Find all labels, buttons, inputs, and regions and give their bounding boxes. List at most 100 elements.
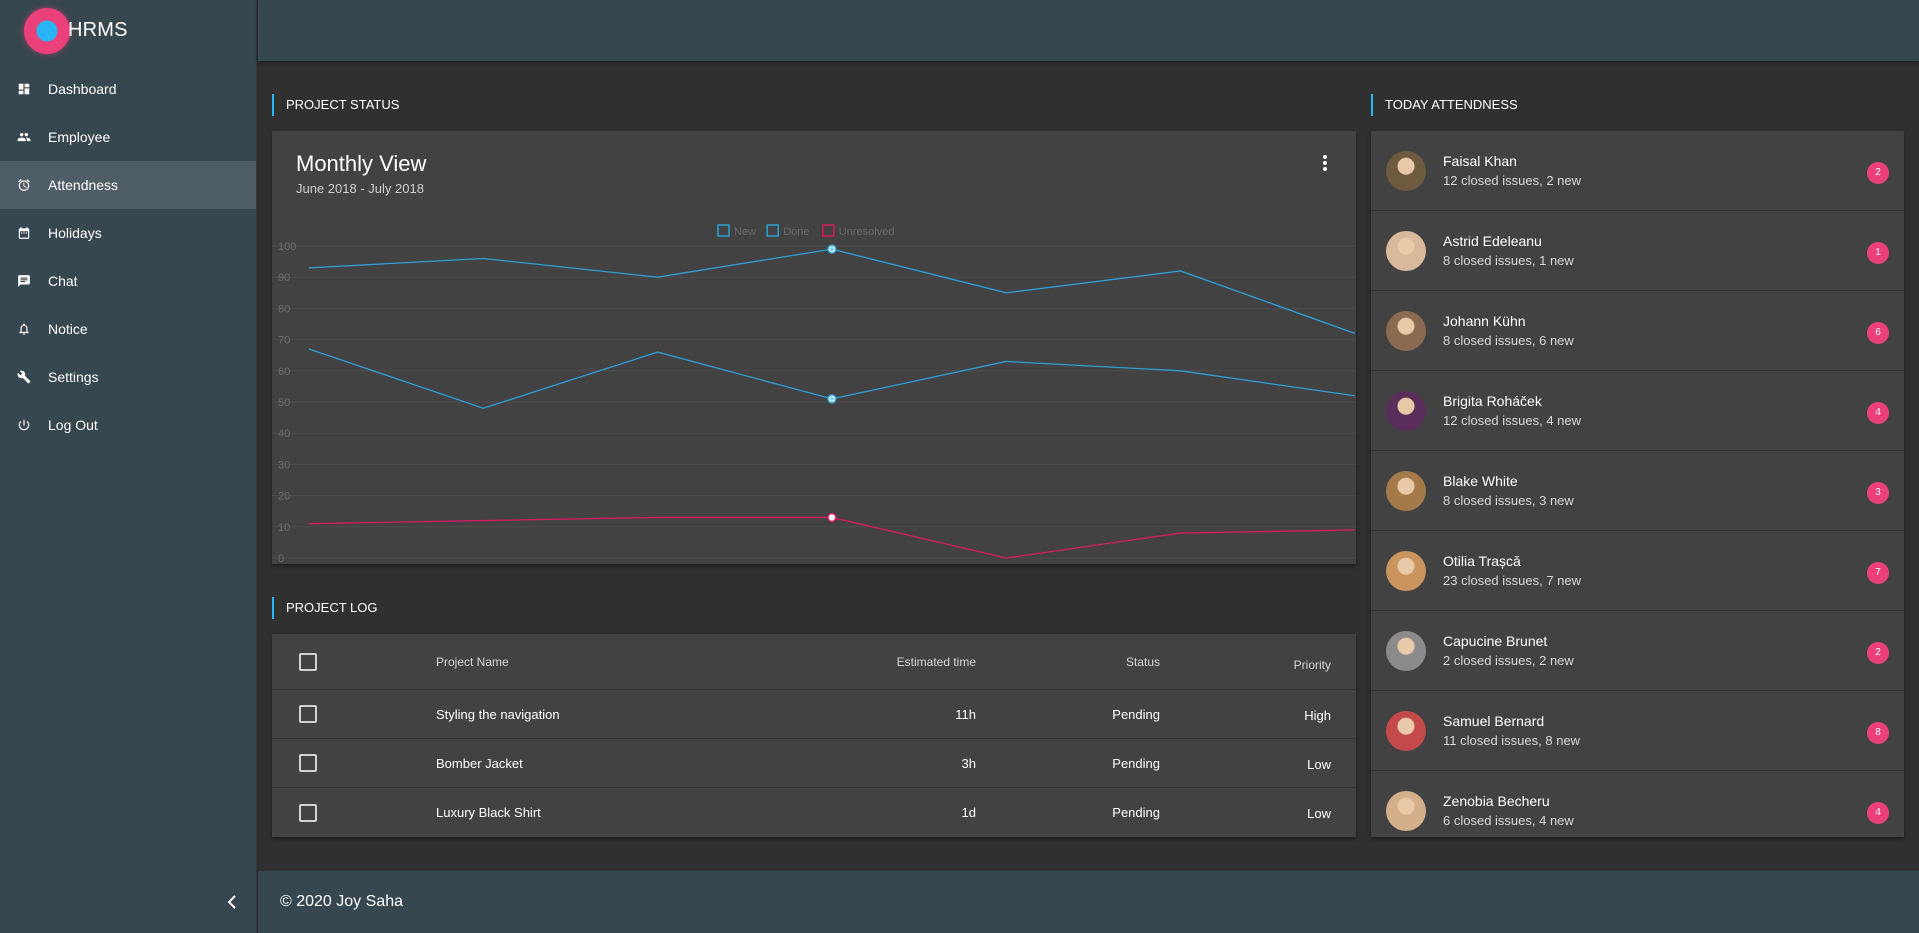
y-tick-label: 90 [278, 272, 290, 284]
people-icon [17, 130, 31, 144]
sidebar-item-attendness[interactable]: Attendness [0, 161, 256, 209]
sidebar-item-label: Employee [48, 129, 111, 145]
attendance-list-item[interactable]: Otilia Trașcă 23 closed issues, 7 new 7 [1371, 531, 1904, 611]
attendance-list-item[interactable]: Capucine Brunet 2 closed issues, 2 new 2 [1371, 611, 1904, 691]
select-all-checkbox[interactable] [299, 652, 317, 671]
series-line [308, 516, 1355, 559]
table-row[interactable]: Styling the navigation 11h Pending High [272, 690, 1356, 739]
priority-cell: Low [1307, 757, 1331, 772]
sidebar-item-label: Settings [48, 369, 99, 385]
today-attendance-heading: TODAY ATTENDNESS [1371, 94, 1518, 116]
attendance-list-item[interactable]: Zenobia Becheru 6 closed issues, 4 new 4 [1371, 771, 1904, 837]
sidebar-item-log-out[interactable]: Log Out [0, 401, 256, 449]
table-row[interactable]: Luxury Black Shirt 1d Pending Low [272, 788, 1356, 837]
attendance-list-item[interactable]: Samuel Bernard 11 closed issues, 8 new 8 [1371, 691, 1904, 771]
avatar [1386, 791, 1426, 831]
avatar [1386, 231, 1426, 271]
project-status-heading: PROJECT STATUS [272, 94, 399, 116]
wrench-icon [17, 370, 31, 384]
y-tick-label: 40 [278, 428, 290, 440]
chart-title: Monthly View [296, 151, 427, 176]
attendance-list-item[interactable]: Brigita Roháček 12 closed issues, 4 new 4 [1371, 371, 1904, 451]
y-tick-label: 80 [278, 303, 290, 315]
sidebar-item-label: Holidays [48, 225, 102, 241]
estimated-time-cell: 3h [961, 755, 976, 771]
avatar [1386, 311, 1426, 351]
brand-name: HRMS [68, 19, 128, 41]
logo-icon [24, 7, 70, 54]
header-status[interactable]: Status [1126, 655, 1160, 669]
sidebar-item-label: Chat [48, 273, 78, 289]
sidebar-item-employee[interactable]: Employee [0, 113, 256, 161]
issues-summary: 8 closed issues, 6 new [1443, 333, 1574, 348]
estimated-time-cell: 11h [955, 706, 976, 722]
legend-label: New [734, 226, 756, 238]
employee-name: Faisal Khan [1443, 153, 1517, 169]
count-badge: 2 [1867, 642, 1889, 664]
table-header-row: Project Name Estimated time Status Prior… [272, 634, 1356, 690]
count-badge: 8 [1867, 722, 1889, 744]
employee-name: Blake White [1443, 473, 1518, 489]
sidebar: HRMS Dashboard Employee Attendness Holidays… [0, 0, 257, 933]
project-log-heading: PROJECT LOG [272, 597, 378, 619]
row-checkbox[interactable] [299, 754, 317, 772]
power-icon [17, 418, 31, 432]
more-vert-icon[interactable] [1322, 155, 1328, 175]
sidebar-item-notice[interactable]: Notice [0, 305, 256, 353]
employee-name: Capucine Brunet [1443, 633, 1548, 649]
row-checkbox[interactable] [299, 705, 317, 723]
issues-summary: 11 closed issues, 8 new [1443, 733, 1581, 748]
top-bar [258, 0, 1919, 61]
sidebar-item-dashboard[interactable]: Dashboard [0, 65, 256, 113]
y-tick-label: 10 [278, 522, 290, 534]
row-checkbox[interactable] [299, 803, 317, 822]
alarm-icon [17, 178, 31, 192]
brand[interactable]: HRMS [0, 0, 256, 61]
attendance-list-item[interactable]: Blake White 8 closed issues, 3 new 3 [1371, 451, 1904, 531]
employee-name: Astrid Edeleanu [1443, 233, 1542, 249]
employee-name: Zenobia Becheru [1443, 793, 1550, 809]
sidebar-item-label: Attendness [48, 177, 119, 193]
attendance-list: Faisal Khan 12 closed issues, 2 new 2 Astri… [1371, 131, 1904, 837]
attendance-list-item[interactable]: Faisal Khan 12 closed issues, 2 new 2 [1371, 131, 1904, 211]
collapse-sidebar-button[interactable] [222, 892, 242, 912]
y-tick-label: 50 [278, 397, 290, 409]
y-tick-label: 60 [278, 366, 290, 378]
count-badge: 3 [1867, 482, 1889, 504]
project-name-cell: Bomber Jacket [436, 755, 523, 771]
table-body: Styling the navigation 11h Pending High Bomb… [272, 690, 1356, 837]
y-tick-label: 70 [278, 335, 290, 347]
sidebar-item-settings[interactable]: Settings [0, 353, 256, 401]
status-cell: Pending [1112, 805, 1160, 820]
employee-name: Johann Kühn [1443, 313, 1526, 329]
legend-swatch [717, 224, 730, 237]
table-row[interactable]: Bomber Jacket 3h Pending Low [272, 739, 1356, 788]
sidebar-item-holidays[interactable]: Holidays [0, 209, 256, 257]
sidebar-item-chat[interactable]: Chat [0, 257, 256, 305]
sidebar-item-label: Log Out [48, 417, 98, 433]
issues-summary: 6 closed issues, 4 new [1443, 813, 1574, 828]
header-project-name[interactable]: Project Name [436, 655, 509, 669]
calendar-icon [17, 226, 31, 240]
issues-summary: 2 closed issues, 2 new [1443, 653, 1574, 668]
header-priority[interactable]: Priority [1294, 658, 1331, 672]
legend-swatch [766, 224, 779, 237]
project-status-chart-card: 0 10 20 30 40 50 60 70 80 90 100 New Done Unresolved … [272, 131, 1356, 564]
y-tick-label: 0 [278, 553, 284, 564]
count-badge: 6 [1867, 322, 1889, 344]
y-tick-label: 20 [278, 491, 290, 503]
y-tick-label: 30 [278, 459, 290, 471]
avatar [1386, 151, 1426, 191]
header-estimated-time[interactable]: Estimated time [897, 655, 976, 669]
count-badge: 2 [1867, 162, 1889, 184]
legend-swatch [822, 224, 835, 237]
chevron-left-icon [227, 895, 236, 909]
sidebar-item-label: Notice [48, 321, 88, 337]
dashboard-icon [17, 82, 31, 96]
project-name-cell: Styling the navigation [436, 706, 560, 722]
y-tick-label: 100 [278, 241, 296, 253]
avatar [1386, 391, 1426, 431]
attendance-list-item[interactable]: Astrid Edeleanu 8 closed issues, 1 new 1 [1371, 211, 1904, 291]
count-badge: 7 [1867, 562, 1889, 584]
attendance-list-item[interactable]: Johann Kühn 8 closed issues, 6 new 6 [1371, 291, 1904, 371]
